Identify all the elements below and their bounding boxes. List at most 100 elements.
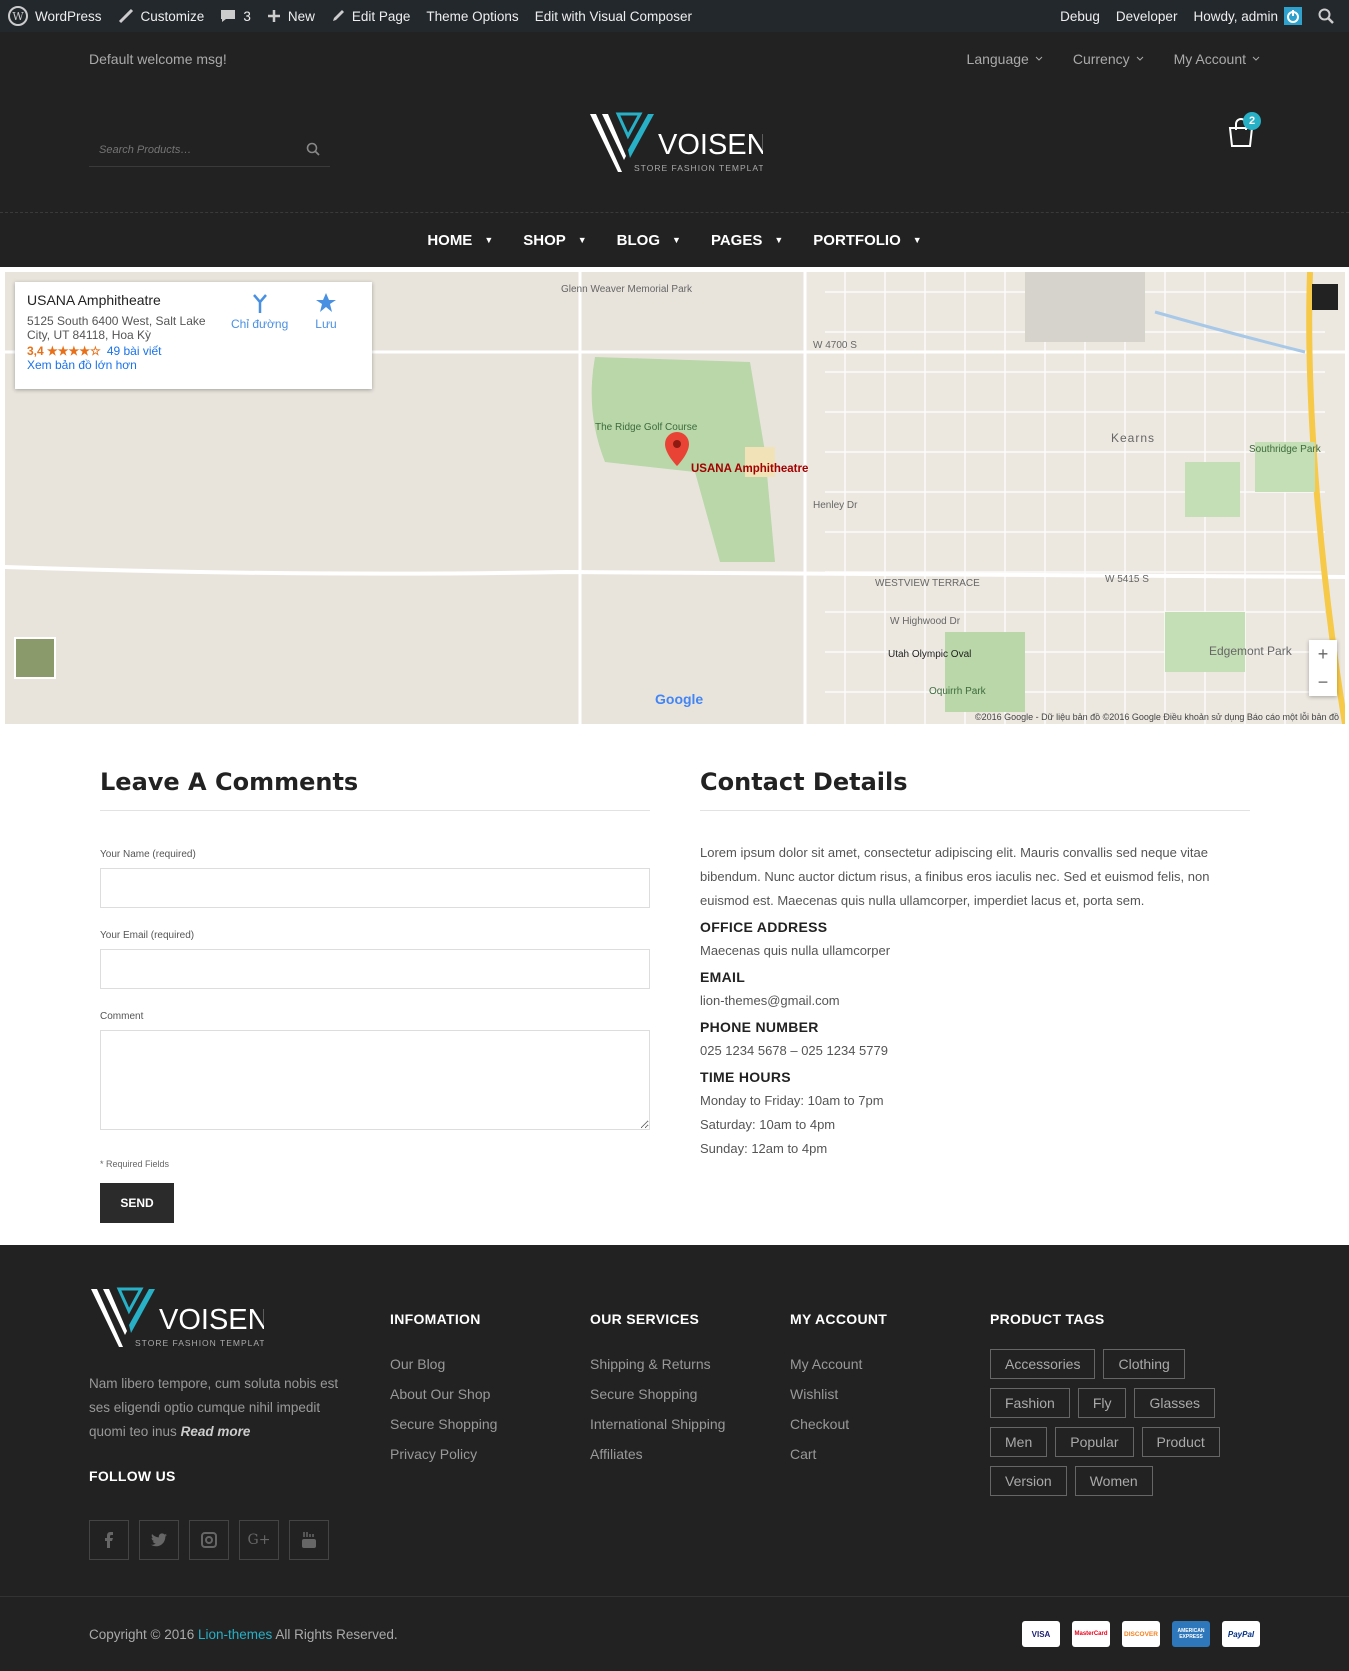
comment-field[interactable] bbox=[100, 1030, 650, 1130]
place-name: USANA Amphitheatre bbox=[27, 292, 161, 308]
footer-link[interactable]: Affiliates bbox=[590, 1439, 725, 1469]
nav-home[interactable]: HOME ▼ bbox=[427, 232, 493, 249]
site-footer: VOISEN STORE FASHION TEMPLATE Nam libero… bbox=[0, 1245, 1349, 1671]
amex-icon: AMERICAN EXPRESS bbox=[1172, 1621, 1210, 1647]
footer-link[interactable]: Secure Shopping bbox=[390, 1409, 497, 1439]
map-place-card: USANA Amphitheatre 5125 South 6400 West,… bbox=[15, 282, 372, 389]
directions-icon bbox=[252, 294, 267, 313]
tag-link[interactable]: Version bbox=[990, 1466, 1067, 1496]
youtube-icon[interactable] bbox=[289, 1520, 329, 1560]
brush-icon bbox=[118, 8, 133, 24]
site-logo[interactable]: VOISEN STORE FASHION TEMPLATE bbox=[588, 110, 770, 181]
search-icon[interactable] bbox=[306, 142, 320, 156]
my-account-dropdown[interactable]: My Account bbox=[1174, 51, 1260, 67]
nav-blog[interactable]: BLOG ▼ bbox=[617, 232, 681, 249]
comment-form: Leave A Comments Your Name (required) Yo… bbox=[100, 768, 650, 1223]
nav-blog-label: BLOG bbox=[616, 231, 661, 249]
my-account-label: My Account bbox=[1173, 51, 1246, 67]
tag-link[interactable]: Glasses bbox=[1134, 1388, 1216, 1418]
contact-phone: 025 1234 5678 – 025 1234 5779 bbox=[700, 1043, 888, 1058]
debug-link[interactable]: Debug bbox=[1052, 0, 1108, 32]
footer-logo[interactable]: VOISEN STORE FASHION TEMPLATE bbox=[89, 1285, 271, 1351]
new-link[interactable]: New bbox=[259, 0, 323, 32]
edit-page-link[interactable]: Edit Page bbox=[323, 0, 419, 32]
wordpress-menu[interactable]: W WordPress bbox=[0, 0, 110, 32]
email-label: Your Email (required) bbox=[100, 930, 195, 941]
chevron-down-icon bbox=[1136, 56, 1143, 61]
tag-link[interactable]: Men bbox=[990, 1427, 1048, 1457]
footer-link[interactable]: Wishlist bbox=[790, 1379, 887, 1409]
visa-icon: VISA bbox=[1022, 1621, 1060, 1647]
admin-search[interactable] bbox=[1310, 0, 1349, 32]
reviews-link[interactable]: 49 bài viết bbox=[107, 344, 162, 358]
tag-link[interactable]: Accessories bbox=[990, 1349, 1096, 1379]
zoom-out-button[interactable]: − bbox=[1309, 668, 1337, 696]
tag-link[interactable]: Fashion bbox=[990, 1388, 1070, 1418]
top-bar: Default welcome msg! Language Currency M… bbox=[0, 32, 1349, 86]
directions-button[interactable]: Chỉ đường bbox=[231, 292, 288, 331]
caret-down-icon: ▼ bbox=[484, 235, 494, 245]
facebook-icon[interactable] bbox=[89, 1520, 129, 1560]
tag-link[interactable]: Fly bbox=[1077, 1388, 1127, 1418]
nav-home-label: HOME bbox=[427, 231, 473, 249]
twitter-icon[interactable] bbox=[139, 1520, 179, 1560]
google-plus-icon[interactable]: G+ bbox=[239, 1520, 279, 1560]
brand-link[interactable]: Lion-themes bbox=[198, 1627, 272, 1642]
map-label: W 5415 S bbox=[1105, 574, 1149, 585]
footer-link[interactable]: Secure Shopping bbox=[590, 1379, 725, 1409]
tag-link[interactable]: Product bbox=[1141, 1427, 1220, 1457]
send-button[interactable]: SEND bbox=[100, 1183, 174, 1223]
hours-weekday: Monday to Friday: 10am to 7pm bbox=[700, 1093, 884, 1108]
theme-badge-icon bbox=[1312, 284, 1338, 310]
footer-link[interactable]: Shipping & Returns bbox=[590, 1349, 725, 1379]
map-label: Utah Olympic Oval bbox=[888, 649, 971, 660]
mastercard-icon: MasterCard bbox=[1072, 1621, 1110, 1647]
payment-methods: VISA MasterCard DISCOVER AMERICAN EXPRES… bbox=[1022, 1621, 1260, 1647]
hours-heading: TIME HOURS bbox=[700, 1069, 791, 1085]
zoom-in-button[interactable]: + bbox=[1309, 640, 1337, 668]
user-menu[interactable]: Howdy, admin bbox=[1185, 0, 1310, 32]
new-label: New bbox=[287, 8, 315, 24]
google-map[interactable]: USANA Amphitheatre Glenn Weaver Memorial… bbox=[5, 272, 1345, 724]
customize-link[interactable]: Customize bbox=[110, 0, 213, 32]
language-dropdown[interactable]: Language bbox=[967, 51, 1043, 67]
instagram-icon[interactable] bbox=[189, 1520, 229, 1560]
debug-label: Debug bbox=[1060, 8, 1100, 24]
satellite-toggle[interactable] bbox=[14, 637, 56, 679]
chevron-down-icon bbox=[1035, 56, 1043, 61]
caret-down-icon: ▼ bbox=[912, 235, 922, 245]
nav-shop[interactable]: SHOP ▼ bbox=[523, 232, 586, 249]
email-field[interactable] bbox=[100, 949, 650, 989]
visual-composer-link[interactable]: Edit with Visual Composer bbox=[527, 0, 700, 32]
footer-link[interactable]: About Our Shop bbox=[390, 1379, 497, 1409]
pencil-icon bbox=[332, 10, 344, 21]
caret-down-icon: ▼ bbox=[774, 235, 784, 245]
footer-link[interactable]: Cart bbox=[790, 1439, 887, 1469]
howdy-label: Howdy, admin bbox=[1193, 8, 1278, 24]
nav-pages[interactable]: PAGES ▼ bbox=[711, 232, 783, 249]
currency-dropdown[interactable]: Currency bbox=[1073, 51, 1144, 67]
logo-tagline: STORE FASHION TEMPLATE bbox=[634, 163, 763, 173]
footer-link[interactable]: Checkout bbox=[790, 1409, 887, 1439]
footer-link[interactable]: International Shipping bbox=[590, 1409, 725, 1439]
tag-link[interactable]: Women bbox=[1074, 1466, 1153, 1496]
required-note: * Required Fields bbox=[100, 1159, 170, 1169]
name-field[interactable] bbox=[100, 868, 650, 908]
comments-link[interactable]: 3 bbox=[212, 0, 259, 32]
tag-link[interactable]: Clothing bbox=[1103, 1349, 1185, 1379]
larger-map-link[interactable]: Xem bản đồ lớn hơn bbox=[27, 358, 360, 372]
contact-email[interactable]: lion-themes@gmail.com bbox=[700, 989, 1250, 1013]
footer-link[interactable]: Privacy Policy bbox=[390, 1439, 497, 1469]
read-more-link[interactable]: Read more bbox=[181, 1424, 251, 1439]
tag-link[interactable]: Popular bbox=[1055, 1427, 1134, 1457]
nav-portfolio[interactable]: PORTFOLIO ▼ bbox=[813, 232, 921, 249]
save-place-button[interactable]: Lưu bbox=[315, 292, 337, 331]
map-label: WESTVIEW TERRACE bbox=[875, 578, 980, 589]
developer-link[interactable]: Developer bbox=[1108, 0, 1186, 32]
search-input[interactable] bbox=[89, 144, 289, 156]
cart-button[interactable]: 2 bbox=[1226, 112, 1261, 153]
footer-link[interactable]: Our Blog bbox=[390, 1349, 497, 1379]
footer-link[interactable]: My Account bbox=[790, 1349, 887, 1379]
theme-options-link[interactable]: Theme Options bbox=[418, 0, 526, 32]
logo-name: VOISEN bbox=[159, 1304, 264, 1336]
